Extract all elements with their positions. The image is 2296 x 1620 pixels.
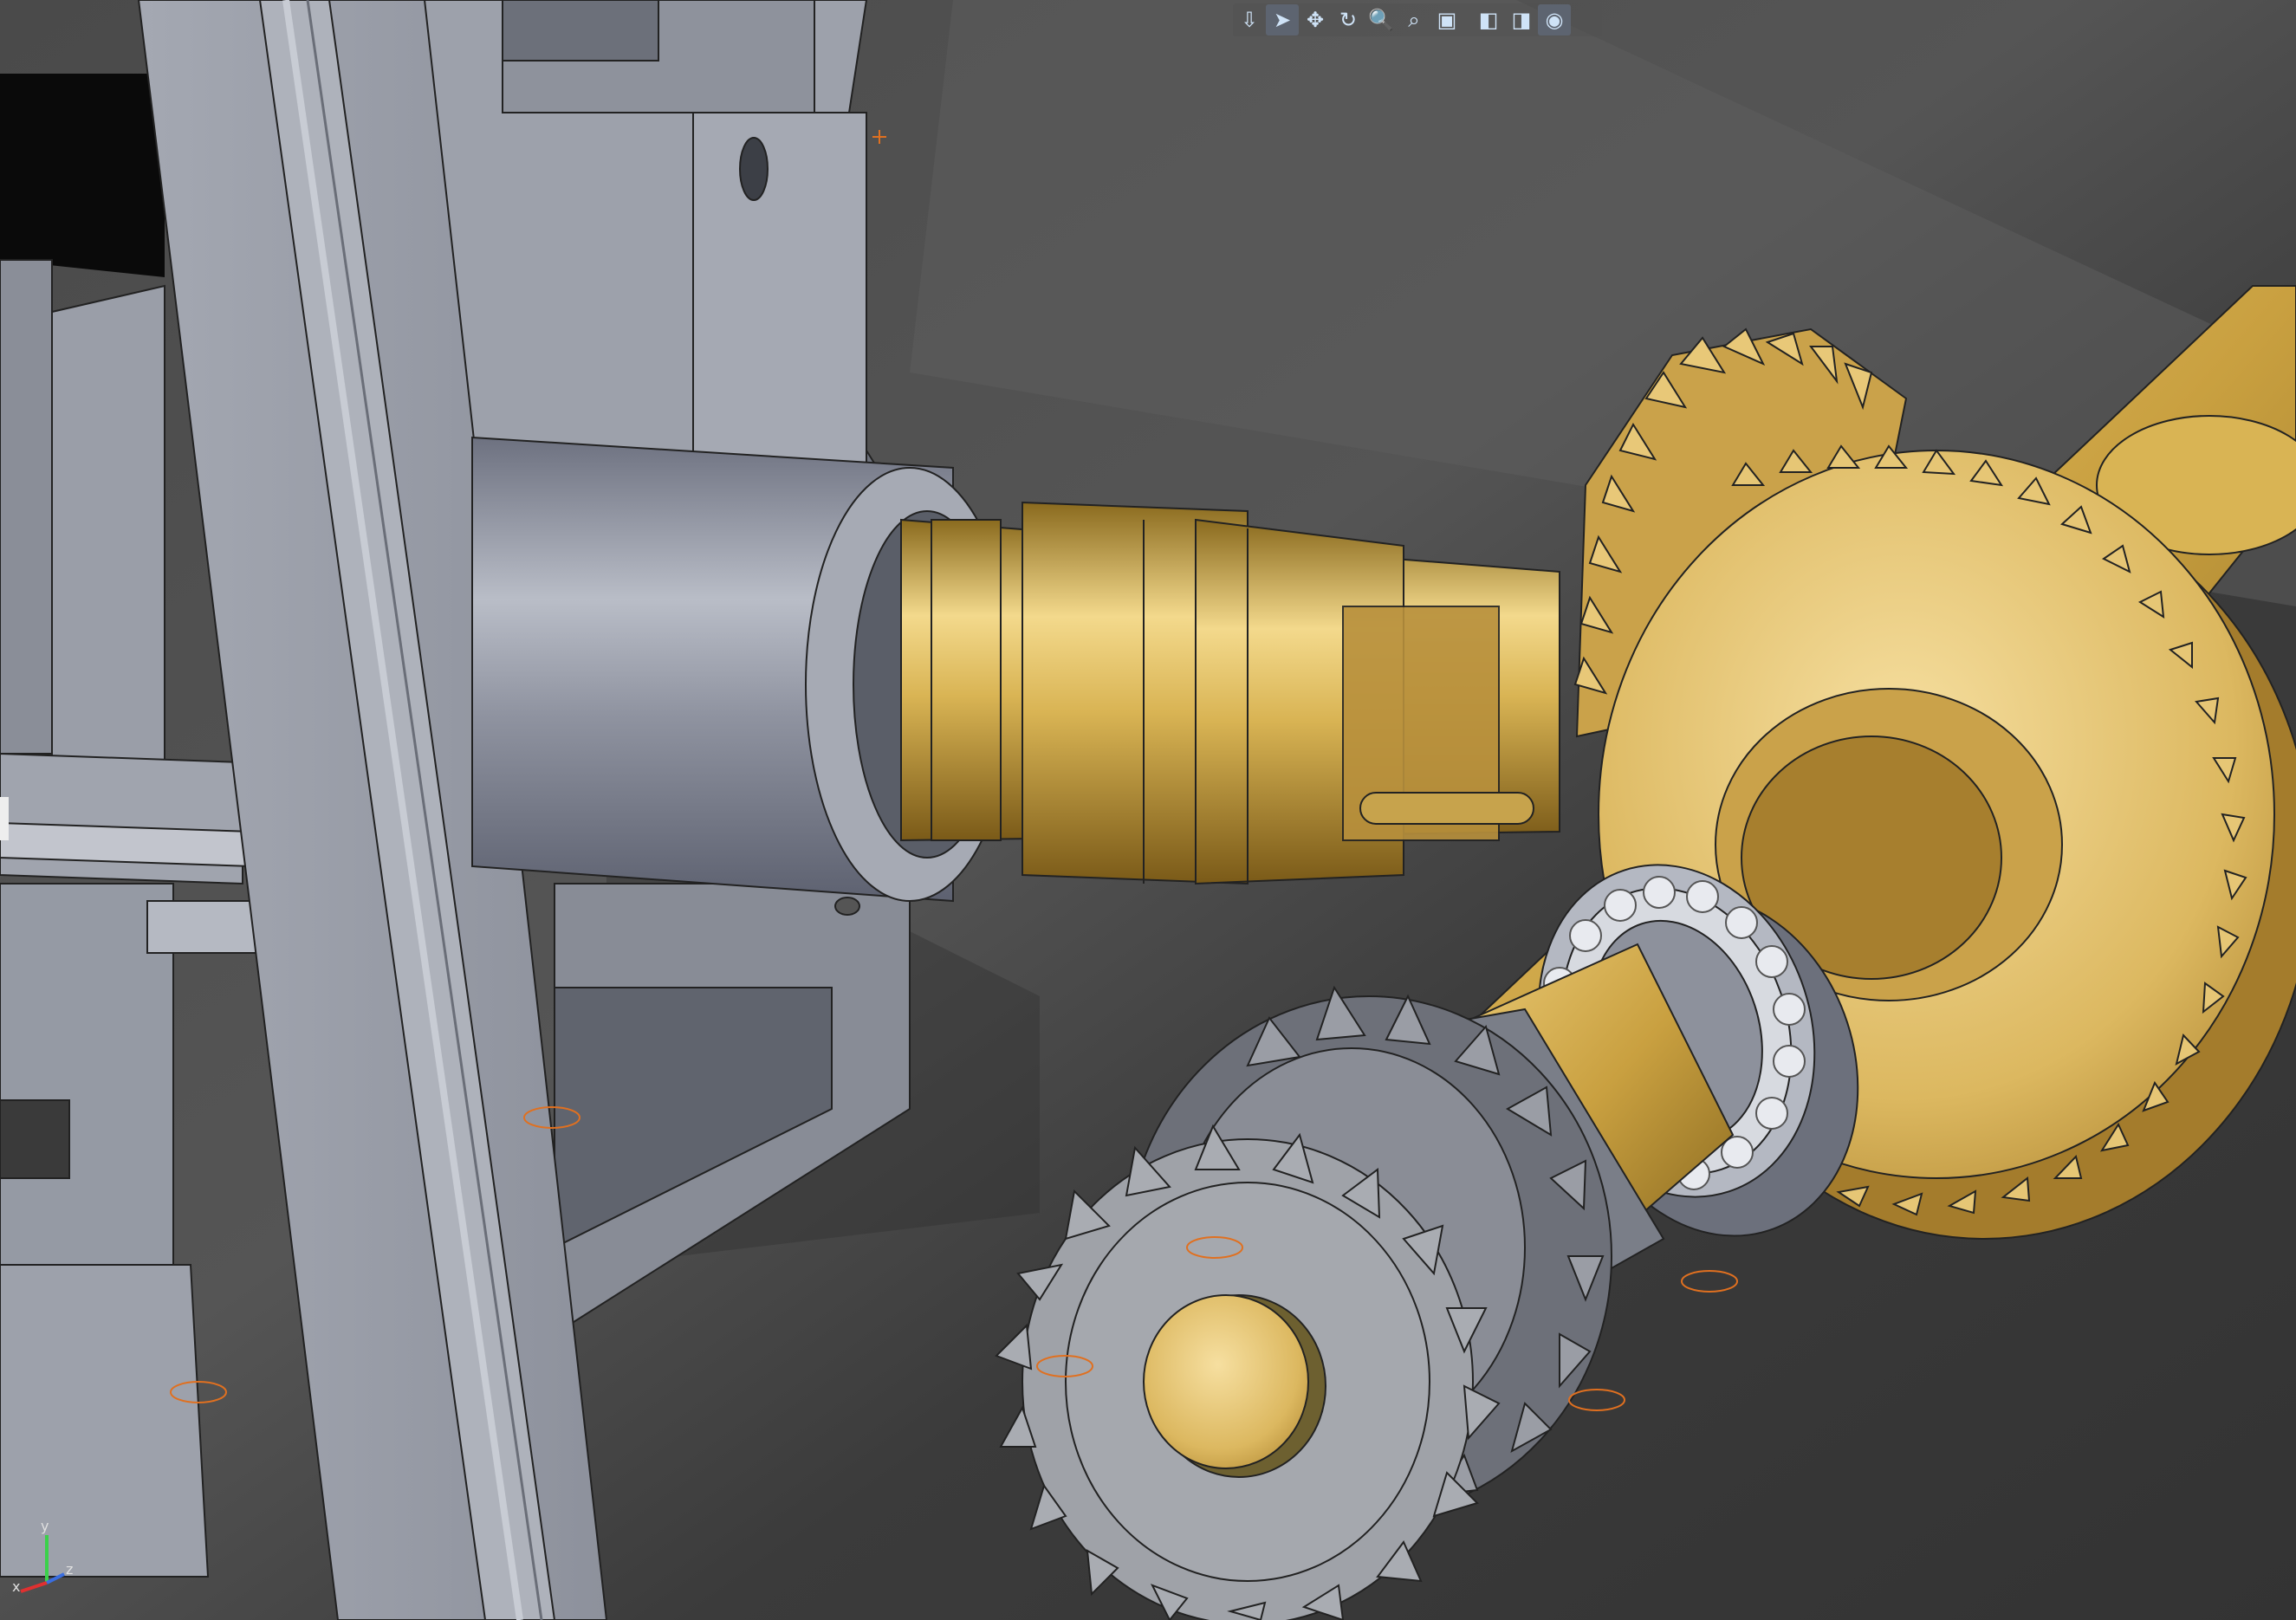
- view-toolbar: ⇩ ➤ ✥ ↻ 🔍 ⌕ ▣ ◧ ◨ ◉: [1233, 3, 1602, 36]
- triad-z-label: z: [66, 1561, 74, 1578]
- view-orientation-icon[interactable]: ⇩: [1233, 4, 1266, 36]
- rotate-icon[interactable]: ↻: [1332, 4, 1365, 36]
- background-void: [0, 74, 165, 277]
- zoom-area-icon[interactable]: ⌕: [1398, 4, 1430, 36]
- hide-show-icon[interactable]: ◉: [1538, 4, 1571, 36]
- pan-icon[interactable]: ✥: [1299, 4, 1332, 36]
- toolbar-separator: [1463, 7, 1472, 33]
- view-cube-icon[interactable]: ◧: [1472, 4, 1505, 36]
- triad-x-label: x: [12, 1578, 21, 1595]
- zoom-fit-icon[interactable]: ▣: [1430, 4, 1463, 36]
- select-arrow-icon[interactable]: ➤: [1266, 4, 1299, 36]
- zoom-in-out-icon[interactable]: 🔍: [1365, 4, 1398, 36]
- cad-3d-viewport[interactable]: [0, 0, 2296, 1620]
- triad-y-label: y: [41, 1518, 49, 1534]
- coordinate-triad: y x z: [12, 1518, 81, 1596]
- display-style-icon[interactable]: ◨: [1505, 4, 1538, 36]
